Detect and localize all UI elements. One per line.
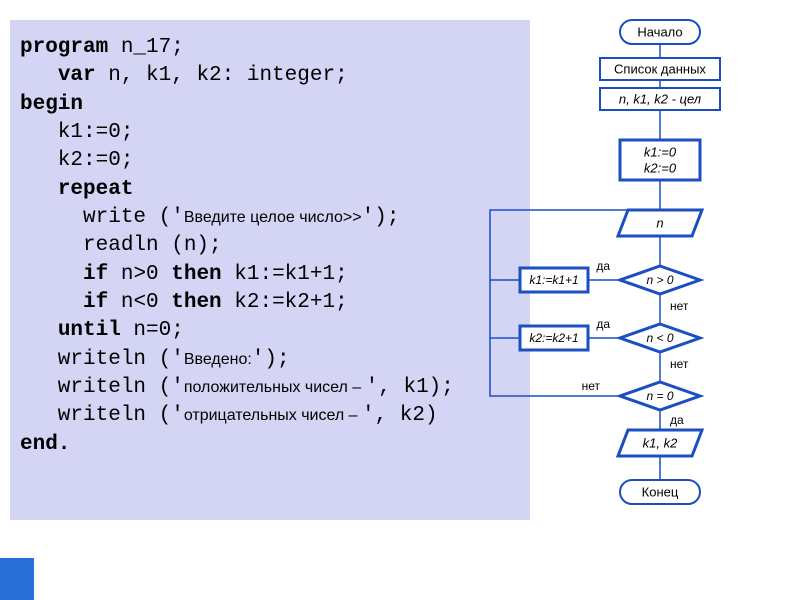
flow-cond-3-label: n = 0 [646, 389, 673, 403]
kw-if: if [83, 291, 108, 314]
code-line-13: writeln ('положительных чисел – ', k1); [20, 374, 520, 402]
code-line-9: if n>0 then k1:=k1+1; [20, 261, 520, 289]
flow-end-label: Конец [642, 485, 679, 500]
code-line-10: if n<0 then k2:=k2+1; [20, 289, 520, 317]
kw-until: until [58, 319, 121, 342]
flow-cond-2-label: n < 0 [646, 331, 673, 345]
code-line-12: writeln ('Введено:'); [20, 346, 520, 374]
code-line-4: k1:=0; [20, 119, 520, 147]
flow-cond3-no: нет [582, 379, 601, 393]
accent-bar [0, 558, 34, 600]
code-line-7: write ('Введите целое число>>'); [20, 204, 520, 232]
kw-end: end. [20, 433, 70, 456]
kw-then: then [171, 263, 221, 286]
code-panel: program n_17; var n, k1, k2: integer; be… [10, 20, 530, 520]
flow-output-label: k1, k2 [643, 436, 678, 451]
flow-proc-1-label: k1:=k1+1 [529, 273, 578, 287]
code-line-6: repeat [20, 176, 520, 204]
code-line-1: program n_17; [20, 34, 520, 62]
code-line-8: readln (n); [20, 232, 520, 260]
kw-var: var [58, 64, 96, 87]
flow-start-label: Начало [637, 25, 682, 40]
kw-begin: begin [20, 93, 83, 116]
code-line-11: until n=0; [20, 317, 520, 345]
flow-data-vars-label: n, k1, k2 - цел [619, 92, 702, 107]
code-line-3: begin [20, 91, 520, 119]
flow-init2: k2:=0 [644, 161, 677, 176]
code-line-15: end. [20, 431, 520, 459]
kw-repeat: repeat [58, 178, 134, 201]
flow-cond3-yes: да [670, 413, 684, 427]
code-line-14: writeln ('отрицательных чисел – ', k2) [20, 402, 520, 430]
flow-cond-1-label: n > 0 [646, 273, 673, 287]
code-line-5: k2:=0; [20, 147, 520, 175]
code-line-2: var n, k1, k2: integer; [20, 62, 520, 90]
flow-init1: k1:=0 [644, 145, 677, 160]
flow-proc-2-label: k2:=k2+1 [529, 331, 578, 345]
flow-cond2-no: нет [670, 357, 689, 371]
flow-input-n-label: n [656, 216, 663, 231]
flow-cond1-yes: да [596, 259, 610, 273]
kw-program: program [20, 36, 108, 59]
flow-cond2-yes: да [596, 317, 610, 331]
flow-data-header-label: Список данных [614, 62, 706, 77]
flowchart: Начало Список данных n, k1, k2 - цел k1:… [470, 10, 800, 570]
kw-if: if [83, 263, 108, 286]
flow-cond1-no: нет [670, 299, 689, 313]
kw-then: then [171, 291, 221, 314]
